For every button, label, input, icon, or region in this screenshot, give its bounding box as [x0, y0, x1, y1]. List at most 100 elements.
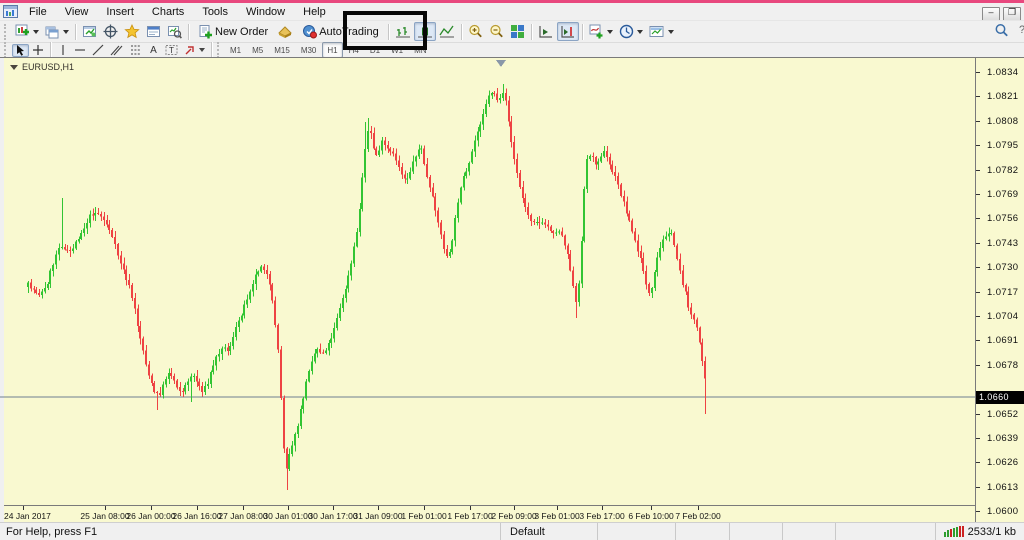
- zoom-in-button[interactable]: [465, 22, 486, 41]
- equidistant-channel-tool-button[interactable]: [107, 44, 126, 57]
- autotrading-icon: [302, 24, 317, 39]
- templates-button[interactable]: [646, 22, 677, 41]
- help-icon[interactable]: ?: [1019, 24, 1024, 36]
- time-tick: [378, 506, 379, 510]
- toolbar-separator: [75, 24, 76, 40]
- data-window-button[interactable]: [100, 22, 121, 41]
- time-tick-label: 7 Feb 02:00: [675, 511, 720, 521]
- menu-item-view[interactable]: View: [56, 5, 98, 19]
- fibonacci-tool-button[interactable]: [126, 44, 145, 57]
- line-chart-button[interactable]: [436, 22, 458, 41]
- zoom-out-button[interactable]: [486, 22, 507, 41]
- time-tick: [698, 506, 699, 510]
- profile-selector[interactable]: Default: [500, 523, 597, 540]
- timeframe-button-m30[interactable]: M30: [296, 42, 322, 58]
- autotrading-button[interactable]: AutoTrading: [296, 22, 385, 41]
- new-chart-button[interactable]: [12, 22, 42, 41]
- standard-toolbar: New Order AutoTrading: [0, 20, 1024, 43]
- horizontal-line-tool-button[interactable]: [71, 44, 89, 57]
- time-tick-label: 6 Feb 10:00: [628, 511, 673, 521]
- toolbar-separator: [461, 24, 462, 40]
- crosshair-tool-button[interactable]: [29, 44, 47, 57]
- status-cell: [675, 523, 729, 540]
- profile-name: Default: [510, 526, 545, 538]
- toolbar-separator: [188, 24, 189, 40]
- price-tick-label: 1.0639: [987, 433, 1018, 444]
- chevron-down-icon: [607, 30, 613, 34]
- timeframe-button-d1[interactable]: D1: [365, 42, 385, 58]
- metaeditor-button[interactable]: [274, 22, 296, 41]
- time-tick-label: 3 Feb 17:00: [579, 511, 624, 521]
- minimize-button[interactable]: –: [982, 7, 1000, 21]
- bar-chart-button[interactable]: [392, 22, 414, 41]
- timeframe-button-w1[interactable]: W1: [386, 42, 408, 58]
- price-tick-label: 1.0756: [987, 213, 1018, 224]
- toolbar-drag-handle[interactable]: [4, 24, 10, 40]
- periods-button[interactable]: [616, 22, 646, 41]
- timeframe-button-m15[interactable]: M15: [269, 42, 295, 58]
- text-label-tool-button[interactable]: T: [162, 44, 181, 57]
- new-order-button[interactable]: New Order: [192, 22, 274, 41]
- menu-item-file[interactable]: File: [20, 5, 56, 19]
- one-click-panel-icon[interactable]: [10, 65, 18, 70]
- chart-shift-button[interactable]: [557, 22, 579, 41]
- svg-text:T: T: [169, 46, 174, 55]
- menu-item-help[interactable]: Help: [294, 5, 335, 19]
- time-axis[interactable]: 24 Jan 201725 Jan 08:0026 Jan 00:0026 Ja…: [4, 505, 975, 522]
- candlestick-chart-button[interactable]: [414, 22, 436, 41]
- timeframe-button-h4[interactable]: H4: [344, 42, 364, 58]
- auto-scroll-button[interactable]: [535, 22, 557, 41]
- time-tick-label: 30 Jan 01:00: [263, 511, 312, 521]
- menu-item-insert[interactable]: Insert: [97, 5, 143, 19]
- strategy-tester-button[interactable]: [164, 22, 185, 41]
- search-icon[interactable]: [994, 23, 1009, 38]
- candlestick-series[interactable]: [0, 58, 975, 505]
- profiles-button[interactable]: [42, 22, 72, 41]
- market-watch-button[interactable]: [79, 22, 100, 41]
- vertical-line-tool-button[interactable]: [54, 44, 71, 57]
- price-tick: [976, 462, 980, 463]
- chevron-down-icon: [199, 48, 205, 52]
- time-tick-label: 1 Feb 01:00: [401, 511, 446, 521]
- chart-symbol-label[interactable]: EURUSD,H1: [10, 62, 74, 72]
- price-tick: [976, 414, 980, 415]
- menu-item-tools[interactable]: Tools: [193, 5, 237, 19]
- time-tick-label: 30 Jan 17:00: [308, 511, 357, 521]
- price-tick-label: 1.0626: [987, 457, 1018, 468]
- price-tick: [976, 511, 980, 512]
- timeframe-button-h1[interactable]: H1: [322, 42, 342, 58]
- toolbar-separator: [50, 42, 51, 58]
- toolbar-drag-handle[interactable]: [4, 42, 10, 58]
- autotrading-label: AutoTrading: [319, 26, 379, 38]
- timeframe-button-mn[interactable]: MN: [409, 42, 431, 58]
- price-tick: [976, 267, 980, 268]
- connection-status[interactable]: 2533/1 kb: [935, 523, 1024, 540]
- status-bar: For Help, press F1 Default 2533/1 kb: [0, 522, 1024, 540]
- menu-item-charts[interactable]: Charts: [143, 5, 193, 19]
- indicators-button[interactable]: [586, 22, 616, 41]
- text-tool-button[interactable]: A: [145, 44, 162, 57]
- price-tick: [976, 121, 980, 122]
- cursor-tool-button[interactable]: [12, 44, 29, 57]
- toolbar-separator: [582, 24, 583, 40]
- toolbar-drag-handle[interactable]: [217, 42, 223, 58]
- price-axis[interactable]: 1.08341.08211.08081.07951.07821.07691.07…: [975, 58, 1024, 522]
- price-tick: [976, 170, 980, 171]
- arrows-tool-button[interactable]: [181, 44, 208, 57]
- price-tick-label: 1.0613: [987, 482, 1018, 493]
- navigator-button[interactable]: [121, 22, 143, 41]
- toolbar-separator: [211, 42, 212, 58]
- timeframe-button-m5[interactable]: M5: [247, 42, 268, 58]
- restore-button[interactable]: ❐: [1003, 7, 1021, 21]
- chevron-down-icon: [637, 30, 643, 34]
- terminal-button[interactable]: [143, 22, 164, 41]
- price-tick: [976, 72, 980, 73]
- timeframe-button-m1[interactable]: M1: [225, 42, 246, 58]
- time-tick: [424, 506, 425, 510]
- timeframe-group: M1M5M15M30H1H4D1W1MN: [225, 42, 432, 58]
- trendline-tool-button[interactable]: [89, 44, 107, 57]
- time-tick: [243, 506, 244, 510]
- menu-item-window[interactable]: Window: [237, 5, 294, 19]
- tile-windows-button[interactable]: [507, 22, 528, 41]
- line-studies-toolbar: A T M1M5M15M30H1H4D1W1MN: [0, 43, 1024, 57]
